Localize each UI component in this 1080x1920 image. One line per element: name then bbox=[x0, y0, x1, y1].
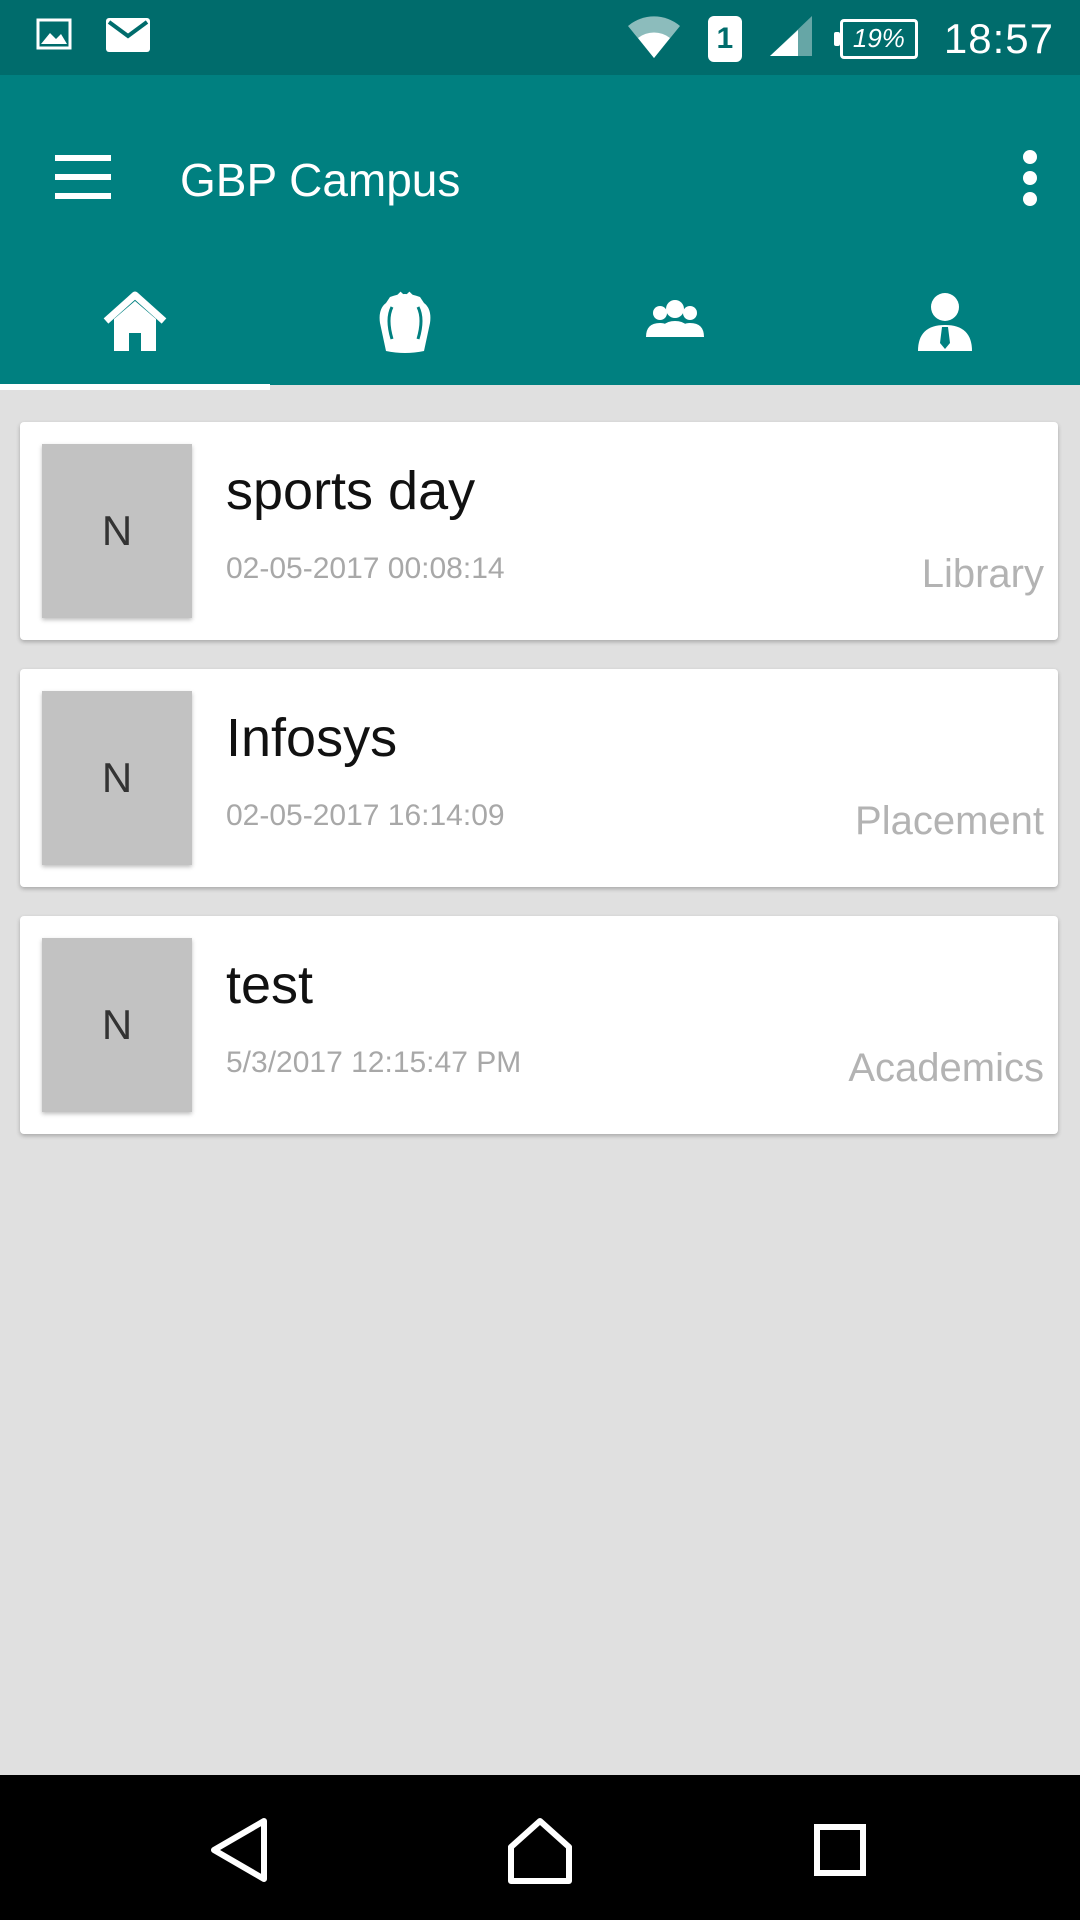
notice-title: sports day bbox=[226, 461, 476, 521]
back-icon bbox=[211, 1818, 267, 1882]
mail-icon bbox=[106, 18, 150, 57]
group-icon bbox=[646, 300, 704, 337]
home-icon bbox=[508, 1818, 572, 1884]
list-item[interactable]: N Infosys 02-05-2017 16:14:09 Placement bbox=[20, 669, 1058, 887]
list-item[interactable]: N sports day 02-05-2017 00:08:14 Library bbox=[20, 422, 1058, 640]
backpack-icon bbox=[379, 291, 431, 353]
avatar: N bbox=[42, 691, 192, 865]
wifi-icon bbox=[626, 12, 682, 65]
notice-title: Infosys bbox=[226, 708, 398, 768]
signal-icon bbox=[768, 14, 814, 63]
notice-list: N sports day 02-05-2017 00:08:14 Library… bbox=[20, 422, 1060, 1163]
recents-icon bbox=[814, 1824, 866, 1876]
status-bar: 1 19% 18:57 bbox=[0, 0, 1080, 75]
back-button[interactable] bbox=[196, 1805, 286, 1895]
tab-groups[interactable] bbox=[540, 300, 810, 385]
notice-date: 5/3/2017 12:15:47 PM bbox=[226, 1046, 522, 1079]
recents-button[interactable] bbox=[795, 1805, 885, 1895]
menu-button[interactable] bbox=[40, 133, 130, 223]
home-button[interactable] bbox=[495, 1805, 585, 1895]
app-title: GBP Campus bbox=[180, 154, 461, 206]
notice-category: Library bbox=[921, 552, 1044, 596]
clock: 18:57 bbox=[943, 14, 1054, 62]
sim-icon: 1 bbox=[707, 15, 742, 62]
battery-level: 19% bbox=[852, 23, 905, 53]
notice-date: 02-05-2017 16:14:09 bbox=[226, 799, 505, 832]
notice-title: test bbox=[226, 955, 314, 1015]
home-icon bbox=[103, 291, 167, 351]
battery-icon: 19% bbox=[833, 18, 918, 59]
list-item[interactable]: N test 5/3/2017 12:15:47 PM Academics bbox=[20, 916, 1058, 1134]
tab-home[interactable] bbox=[0, 291, 270, 385]
avatar: N bbox=[42, 938, 192, 1112]
person-tie-icon bbox=[918, 293, 972, 351]
tab-profile[interactable] bbox=[810, 293, 1080, 385]
notice-category: Academics bbox=[848, 1046, 1044, 1090]
tab-indicator bbox=[0, 384, 270, 390]
tab-bag[interactable] bbox=[270, 291, 540, 385]
notice-category: Placement bbox=[855, 799, 1044, 843]
more-vert-icon bbox=[1023, 150, 1037, 206]
image-icon bbox=[36, 18, 72, 57]
notice-date: 02-05-2017 00:08:14 bbox=[226, 552, 505, 585]
avatar: N bbox=[42, 444, 192, 618]
navigation-bar bbox=[0, 1775, 1080, 1920]
tab-bar bbox=[0, 291, 1080, 390]
overflow-menu-button[interactable] bbox=[990, 133, 1060, 223]
hamburger-icon bbox=[55, 155, 111, 199]
app-bar: GBP Campus bbox=[0, 75, 1080, 390]
sim-slot-label: 1 bbox=[716, 21, 734, 55]
